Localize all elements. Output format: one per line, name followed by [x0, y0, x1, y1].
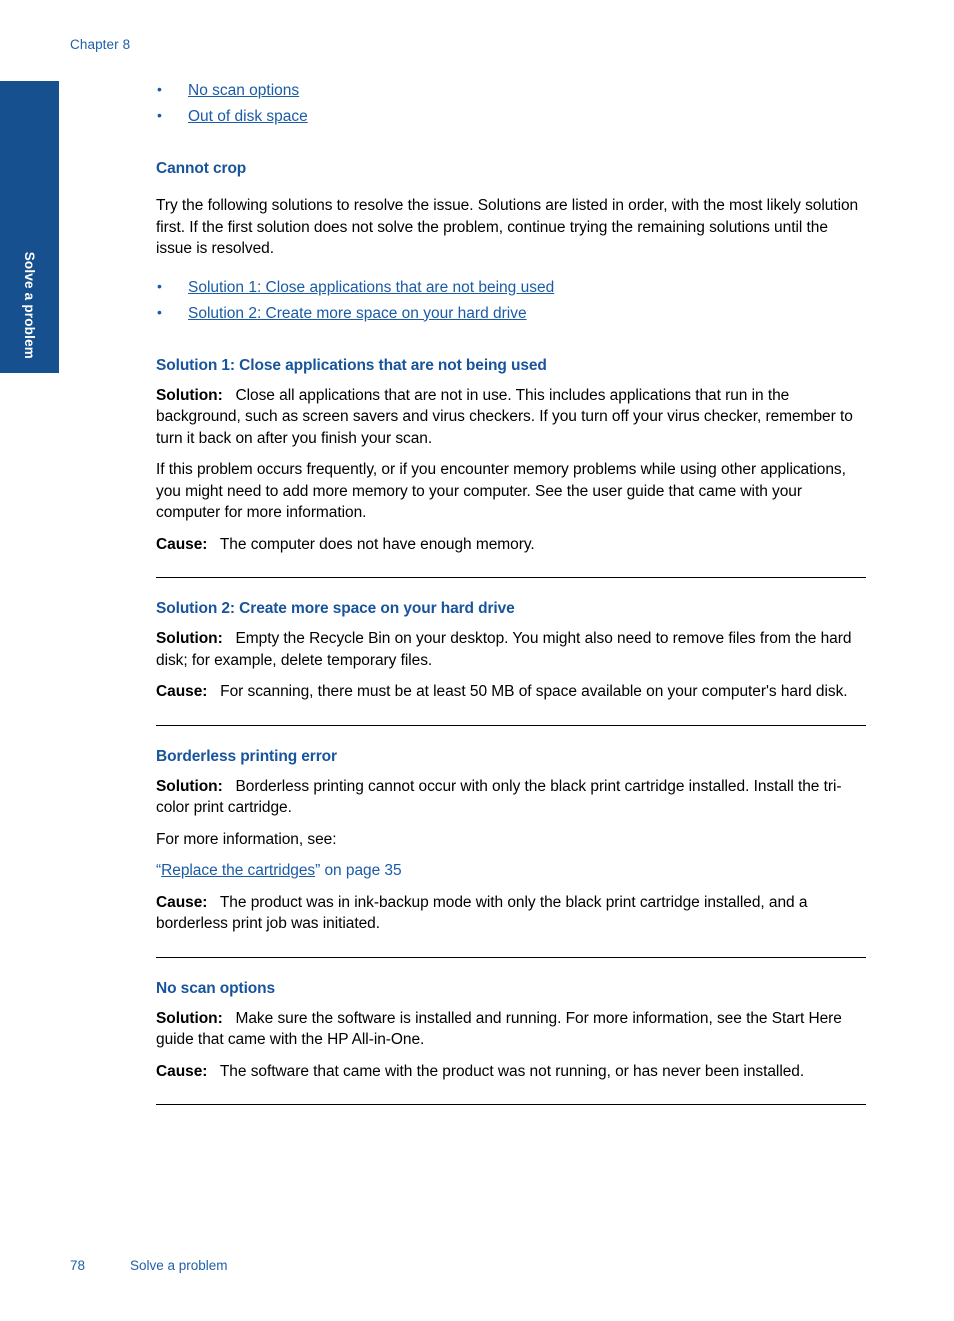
cause-text: For scanning, there must be at least 50 …: [220, 683, 848, 700]
page-content: No scan options Out of disk space Cannot…: [156, 79, 868, 1105]
solution-label: Solution:: [156, 630, 223, 647]
list-item: Solution 2: Create more space on your ha…: [156, 302, 868, 324]
footer-section-title: Solve a problem: [130, 1258, 228, 1273]
solution-label: Solution:: [156, 1009, 223, 1027]
solution-label: Solution:: [156, 777, 223, 795]
heading-no-scan-options: No scan options: [156, 979, 276, 997]
borderless-cross-reference: “Replace the cartridges” on page 35: [156, 860, 868, 882]
cause-label: Cause:: [156, 535, 208, 553]
link-solution-1[interactable]: Solution 1: Close applications that are …: [188, 279, 554, 296]
link-no-scan-options[interactable]: No scan options: [188, 82, 299, 99]
solution-2-solution-paragraph: Solution: Empty the Recycle Bin on your …: [156, 628, 868, 671]
list-item: No scan options: [156, 79, 868, 101]
cause-label: Cause:: [156, 683, 208, 700]
top-link-list: No scan options Out of disk space: [156, 79, 868, 127]
solution-1-extra-paragraph: If this problem occurs frequently, or if…: [156, 461, 846, 521]
solution-text: Empty the Recycle Bin on your desktop. Y…: [156, 630, 852, 669]
link-solution-2[interactable]: Solution 2: Create more space on your ha…: [188, 305, 527, 322]
borderless-more-info: For more information, see:: [156, 830, 337, 848]
chapter-header: Chapter 8: [70, 37, 131, 52]
cannot-crop-intro: Try the following solutions to resolve t…: [156, 197, 859, 257]
heading-borderless-printing-error: Borderless printing error: [156, 747, 337, 765]
side-tab: Solve a problem: [0, 81, 59, 373]
xref-tail: ” on page 35: [315, 862, 402, 879]
cannot-crop-link-list: Solution 1: Close applications that are …: [156, 276, 868, 324]
side-tab-label: Solve a problem: [22, 251, 37, 359]
heading-solution-1: Solution 1: Close applications that are …: [156, 356, 547, 374]
solution-text: Close all applications that are not in u…: [156, 386, 853, 447]
no-scan-options-cause-paragraph: Cause: The software that came with the p…: [156, 1061, 868, 1083]
link-out-of-disk-space[interactable]: Out of disk space: [188, 108, 308, 125]
heading-cannot-crop: Cannot crop: [156, 160, 247, 177]
list-item: Solution 1: Close applications that are …: [156, 276, 868, 298]
solution-label: Solution:: [156, 386, 223, 404]
link-replace-the-cartridges[interactable]: Replace the cartridges: [161, 862, 315, 879]
solution-text: Borderless printing cannot occur with on…: [156, 777, 842, 817]
page-footer: 78 Solve a problem: [70, 1258, 228, 1273]
cause-label: Cause:: [156, 893, 208, 911]
cause-text: The computer does not have enough memory…: [219, 535, 535, 553]
cause-label: Cause:: [156, 1062, 208, 1080]
solution-1-cause-paragraph: Cause: The computer does not have enough…: [156, 534, 868, 556]
section-divider: [156, 1104, 866, 1105]
solution-2-cause-paragraph: Cause: For scanning, there must be at le…: [156, 681, 868, 703]
footer-page-number: 78: [70, 1258, 86, 1273]
no-scan-options-solution-paragraph: Solution: Make sure the software is inst…: [156, 1008, 868, 1051]
borderless-cause-paragraph: Cause: The product was in ink-backup mod…: [156, 892, 868, 935]
cause-text: The product was in ink-backup mode with …: [156, 893, 808, 933]
list-item: Out of disk space: [156, 105, 868, 127]
solution-1-solution-paragraph: Solution: Close all applications that ar…: [156, 385, 868, 450]
solution-text: Make sure the software is installed and …: [156, 1009, 842, 1049]
heading-solution-2: Solution 2: Create more space on your ha…: [156, 600, 515, 617]
cause-text: The software that came with the product …: [219, 1062, 805, 1080]
borderless-solution-paragraph: Solution: Borderless printing cannot occ…: [156, 776, 868, 819]
